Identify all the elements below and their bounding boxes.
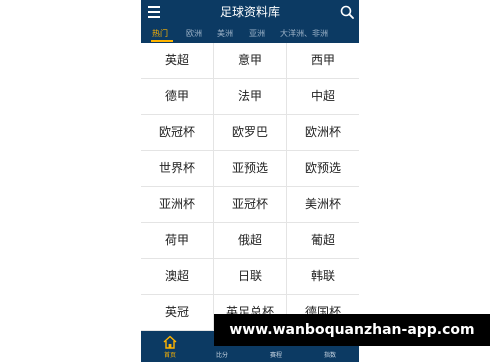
nav-home[interactable]: 首页 [146,331,194,362]
grid-row: 欧冠杯 欧罗巴 欧洲杯 [141,115,359,151]
tab-oceania-africa[interactable]: 大洋洲、非洲 [280,24,328,43]
grid-row: 荷甲 俄超 葡超 [141,223,359,259]
league-cell[interactable]: 韩联 [287,259,359,294]
grid-row: 英超 意甲 西甲 [141,43,359,79]
league-cell[interactable]: 荷甲 [141,223,214,258]
league-cell[interactable]: 美洲杯 [287,187,359,222]
league-cell[interactable]: 英超 [141,43,214,78]
region-tabs: 热门 欧洲 美洲 亚洲 大洋洲、非洲 [141,24,359,43]
tab-americas[interactable]: 美洲 [217,24,233,43]
league-cell[interactable]: 世界杯 [141,151,214,186]
page-title: 足球资料库 [219,5,280,19]
grid-row: 澳超 日联 韩联 [141,259,359,295]
search-icon[interactable] [340,5,354,19]
home-icon [163,335,177,349]
tab-europe[interactable]: 欧洲 [186,24,202,43]
nav-schedule-label: 赛程 [269,352,282,359]
league-cell[interactable]: 西甲 [287,43,359,78]
league-cell[interactable]: 中超 [287,79,359,114]
league-cell[interactable]: 亚预选 [214,151,287,186]
nav-scores-label: 比分 [215,352,228,359]
league-cell[interactable]: 英冠 [141,295,214,330]
league-cell[interactable]: 欧冠杯 [141,115,214,150]
top-bar: 足球资料库 [141,0,359,24]
league-cell[interactable]: 德甲 [141,79,214,114]
active-tab-indicator [151,40,173,42]
tab-asia[interactable]: 亚洲 [249,24,265,43]
grid-row: 世界杯 亚预选 欧预选 [141,151,359,187]
league-cell[interactable]: 亚冠杯 [214,187,287,222]
league-cell[interactable]: 日联 [214,259,287,294]
league-cell[interactable]: 欧罗巴 [214,115,287,150]
nav-index-label: 指数 [323,352,336,359]
league-cell[interactable]: 意甲 [214,43,287,78]
league-cell[interactable]: 俄超 [214,223,287,258]
league-cell[interactable]: 葡超 [287,223,359,258]
league-cell[interactable]: 澳超 [141,259,214,294]
league-cell[interactable]: 法甲 [214,79,287,114]
app-screen: 足球资料库 热门 欧洲 美洲 亚洲 大洋洲、非洲 英超 意甲 西甲 德甲 法甲 … [141,0,359,362]
grid-row: 亚洲杯 亚冠杯 美洲杯 [141,187,359,223]
league-cell[interactable]: 亚洲杯 [141,187,214,222]
league-cell[interactable]: 欧预选 [287,151,359,186]
grid-row: 德甲 法甲 中超 [141,79,359,115]
nav-home-label: 首页 [163,352,176,359]
league-cell[interactable]: 欧洲杯 [287,115,359,150]
watermark-banner: www.wanboquanzhan-app.com [214,314,490,346]
